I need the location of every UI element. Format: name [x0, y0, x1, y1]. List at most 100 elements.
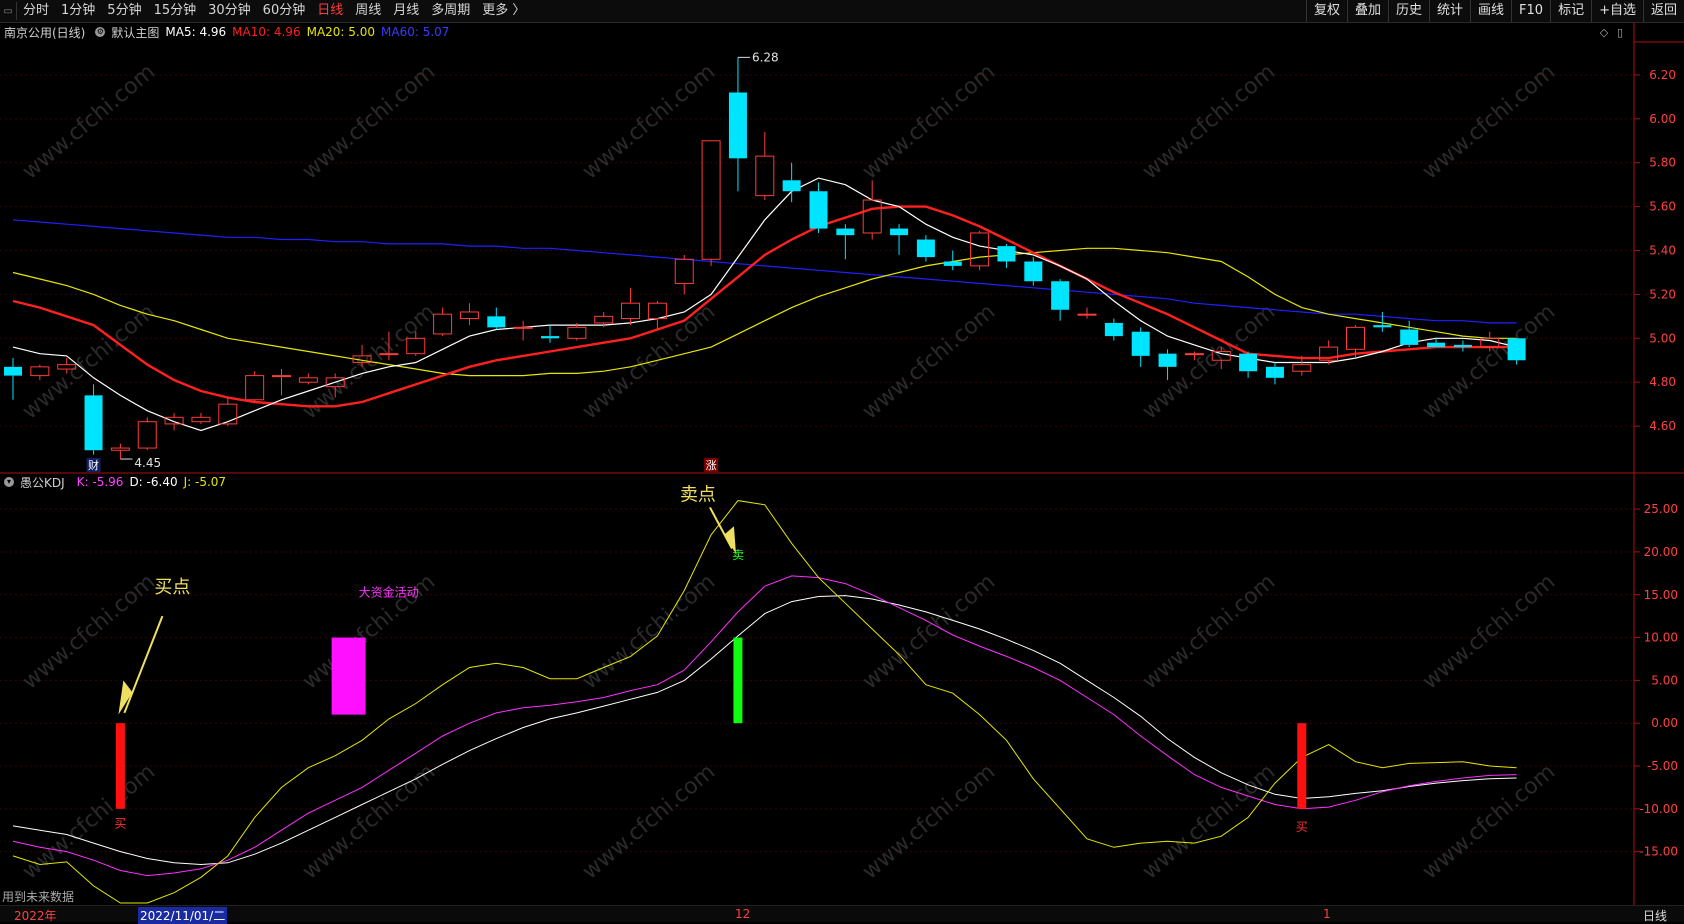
kdj-d-line: [12, 595, 1517, 866]
candle-body: [1239, 353, 1258, 372]
month-1-label: 1: [1323, 907, 1331, 921]
kdj-tick-label: 10.00: [1644, 631, 1678, 645]
watermark: www.cfchi.com: [1418, 299, 1560, 424]
candle-body: [1184, 353, 1204, 356]
future-data-note: 用到未来数据: [2, 890, 75, 904]
high-label: 6.28: [752, 50, 779, 64]
kdj-tick-label: -10.00: [1639, 802, 1678, 816]
watermark: www.cfchi.com: [298, 59, 440, 184]
watermark: www.cfchi.com: [858, 59, 1000, 184]
month-12-label: 12: [735, 907, 751, 921]
candle-body: [567, 326, 587, 339]
candle-body: [4, 366, 22, 376]
buy-tag-1: 买: [114, 817, 126, 831]
candle-body: [916, 239, 935, 258]
candle-body: [84, 395, 103, 451]
candle-body: [647, 302, 667, 320]
candle-body: [513, 326, 533, 329]
candle-body: [621, 302, 641, 320]
candle-body: [1507, 338, 1526, 361]
watermark: www.cfchi.com: [858, 299, 1000, 424]
badge-zhang: 涨: [706, 459, 717, 472]
period-label[interactable]: 日线: [1643, 907, 1667, 924]
chart-area[interactable]: 6.20 6.00 5.80 5.60 5.40 5.20 5.00 4.80 4.60 25.0…: [0, 0, 1684, 905]
watermark: www.cfchi.com: [858, 759, 1000, 884]
sell-signal-bar: [733, 637, 743, 724]
year-label: 2022年: [14, 909, 57, 923]
sell-point-arrow: [709, 506, 733, 549]
buy-point-arrow: [123, 615, 164, 714]
candle-body: [594, 315, 614, 324]
date-axis: 2022年 2022/11/01/二 12 1 日线: [0, 905, 1684, 924]
watermark: www.cfchi.com: [578, 569, 720, 694]
y-tick-label: 4.60: [1649, 419, 1676, 433]
candle-body: [191, 416, 211, 423]
kdj-tick-label: 5.00: [1651, 673, 1678, 687]
candle-body: [809, 191, 828, 229]
diamond-icon: ◇: [1600, 26, 1609, 39]
ma10-line: [12, 205, 1517, 408]
sell-arrow-head: [723, 526, 736, 554]
watermark: www.cfchi.com: [1418, 569, 1560, 694]
low-label: 4.45: [134, 456, 161, 470]
y-tick-label: 5.00: [1649, 331, 1676, 345]
y-tick-label: 6.00: [1649, 112, 1676, 126]
candle-body: [1453, 344, 1472, 348]
ma5-line: [12, 177, 1517, 432]
candle-body: [487, 316, 506, 328]
y-tick-label: 5.40: [1649, 244, 1676, 258]
candle-body: [782, 180, 801, 192]
y-tick-label: 5.80: [1649, 156, 1676, 170]
candle-body: [943, 261, 962, 266]
candle-body: [970, 232, 990, 267]
candle-body: [379, 353, 399, 356]
candle-body: [862, 199, 882, 234]
candle-body: [701, 140, 721, 260]
watermark: www.cfchi.com: [578, 59, 720, 184]
kdj-j-line: [12, 500, 1517, 904]
candle-body: [1051, 281, 1070, 310]
big-money-bar: [331, 637, 366, 715]
kdj-tick-label: 0.00: [1651, 716, 1678, 730]
watermark: www.cfchi.com: [298, 759, 440, 884]
candle-body: [728, 92, 747, 159]
candle-body: [997, 246, 1016, 262]
candle-body: [1373, 325, 1392, 328]
ma60-line: [12, 219, 1517, 324]
watermark: www.cfchi.com: [858, 569, 1000, 694]
candle-body: [30, 366, 50, 377]
candle-body: [1104, 322, 1123, 337]
candle-body: [755, 155, 775, 197]
watermark: www.cfchi.com: [1138, 759, 1280, 884]
candle-body: [245, 375, 265, 401]
candle-body: [1024, 261, 1043, 282]
watermark: www.cfchi.com: [1418, 759, 1560, 884]
cursor-date: 2022/11/01/二: [138, 907, 228, 924]
kdj-tick-label: -5.00: [1647, 759, 1678, 773]
candle-body: [1131, 331, 1150, 356]
buy-tag-2: 买: [1296, 820, 1308, 834]
buy-point-label: 买点: [154, 577, 190, 598]
candle-body: [298, 377, 318, 383]
y-tick-label: 5.20: [1649, 287, 1676, 301]
buy-signal-bar-1: [115, 723, 125, 809]
candle-body: [272, 375, 291, 378]
kdj-k-line: [12, 575, 1517, 877]
kdj-tick-label: 20.00: [1644, 545, 1678, 559]
sell-point-label: 卖点: [680, 485, 716, 506]
candle-body: [890, 228, 909, 236]
watermark: www.cfchi.com: [18, 759, 160, 884]
buy-signal-bar-2: [1297, 723, 1307, 809]
big-money-label: 大资金活动: [359, 584, 419, 599]
y-tick-label: 5.60: [1649, 200, 1676, 214]
candle-body: [674, 258, 694, 284]
candle-body: [1077, 313, 1097, 316]
watermark: www.cfchi.com: [1138, 569, 1280, 694]
candle-body: [836, 228, 855, 236]
y-tick-label: 4.80: [1649, 375, 1676, 389]
candle-body: [110, 447, 130, 451]
candle-body: [1400, 329, 1419, 345]
watermark: www.cfchi.com: [578, 759, 720, 884]
watermark: www.cfchi.com: [18, 59, 160, 184]
candle-body: [1158, 353, 1177, 367]
